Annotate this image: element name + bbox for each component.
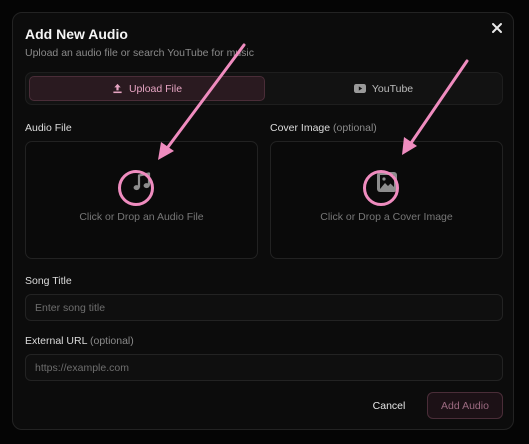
- add-audio-button[interactable]: Add Audio: [427, 392, 503, 419]
- cancel-button[interactable]: Cancel: [361, 394, 417, 418]
- song-title-label: Song Title: [25, 275, 72, 287]
- external-url-optional: (optional): [89, 335, 134, 347]
- external-url-input[interactable]: [25, 354, 503, 381]
- audio-file-label-text: Audio File: [25, 122, 72, 134]
- dialog-title: Add New Audio: [25, 26, 128, 42]
- music-note-icon: [133, 172, 150, 191]
- external-url-label: External URL (optional): [25, 335, 134, 347]
- cover-image-optional: (optional): [333, 122, 377, 134]
- source-tabs: Upload File YouTube: [25, 72, 503, 105]
- tab-upload-file[interactable]: Upload File: [29, 76, 265, 101]
- cover-image-label-text: Cover Image: [270, 122, 331, 134]
- youtube-icon: [353, 84, 366, 93]
- external-url-label-text: External URL: [25, 335, 88, 347]
- tab-upload-file-label: Upload File: [128, 82, 183, 95]
- cover-image-drop-text: Click or Drop a Cover Image: [320, 211, 453, 223]
- tab-youtube[interactable]: YouTube: [267, 76, 500, 101]
- cover-image-label: Cover Image (optional): [270, 122, 377, 134]
- audio-file-drop-text: Click or Drop an Audio File: [79, 211, 204, 223]
- song-title-input[interactable]: [25, 294, 503, 321]
- cover-image-dropzone[interactable]: Click or Drop a Cover Image: [270, 141, 503, 259]
- dialog-subtitle: Upload an audio file or search YouTube f…: [25, 47, 255, 59]
- audio-file-dropzone[interactable]: Click or Drop an Audio File: [25, 141, 258, 259]
- image-icon: [376, 172, 397, 192]
- close-icon[interactable]: [489, 20, 505, 36]
- tab-youtube-label: YouTube: [371, 82, 414, 95]
- upload-icon: [113, 83, 122, 94]
- audio-file-label: Audio File: [25, 122, 72, 134]
- add-audio-dialog: Add New Audio Upload an audio file or se…: [12, 12, 514, 430]
